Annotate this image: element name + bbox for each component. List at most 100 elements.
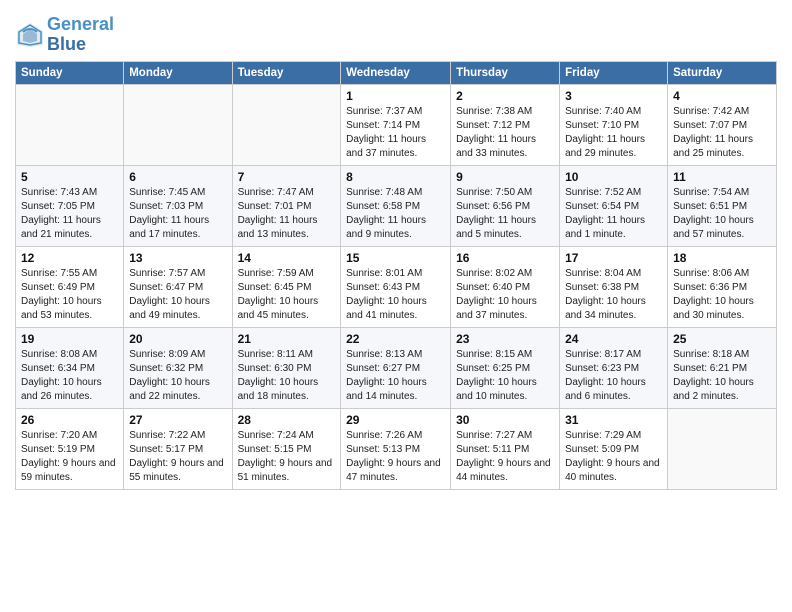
day-number: 3 (565, 89, 662, 103)
day-number: 11 (673, 170, 771, 184)
day-info: Sunrise: 8:11 AM Sunset: 6:30 PM Dayligh… (238, 348, 336, 404)
day-number: 14 (238, 251, 336, 265)
calendar-week-4: 19Sunrise: 8:08 AM Sunset: 6:34 PM Dayli… (16, 327, 777, 408)
calendar-cell: 22Sunrise: 8:13 AM Sunset: 6:27 PM Dayli… (341, 327, 451, 408)
day-number: 19 (21, 332, 118, 346)
day-number: 31 (565, 413, 662, 427)
header: General Blue (15, 10, 777, 55)
calendar-table: SundayMondayTuesdayWednesdayThursdayFrid… (15, 61, 777, 490)
day-info: Sunrise: 7:26 AM Sunset: 5:13 PM Dayligh… (346, 429, 445, 485)
day-number: 4 (673, 89, 771, 103)
calendar-cell (124, 84, 232, 165)
day-number: 12 (21, 251, 118, 265)
day-number: 24 (565, 332, 662, 346)
weekday-header-row: SundayMondayTuesdayWednesdayThursdayFrid… (16, 61, 777, 84)
day-info: Sunrise: 8:04 AM Sunset: 6:38 PM Dayligh… (565, 267, 662, 323)
day-info: Sunrise: 7:27 AM Sunset: 5:11 PM Dayligh… (456, 429, 554, 485)
calendar-cell: 3 Sunrise: 7:40 AM Sunset: 7:10 PM Daylig… (560, 84, 668, 165)
day-info: Sunrise: 7:40 AM Sunset: 7:10 PM Dayligh… (565, 105, 662, 161)
day-info: Sunrise: 8:02 AM Sunset: 6:40 PM Dayligh… (456, 267, 554, 323)
calendar-cell: 8 Sunrise: 7:48 AM Sunset: 6:58 PM Daylig… (341, 165, 451, 246)
day-info: Sunrise: 7:22 AM Sunset: 5:17 PM Dayligh… (129, 429, 226, 485)
calendar-cell: 6 Sunrise: 7:45 AM Sunset: 7:03 PM Daylig… (124, 165, 232, 246)
day-number: 5 (21, 170, 118, 184)
logo-text: General Blue (47, 15, 114, 55)
day-number: 7 (238, 170, 336, 184)
day-info: Sunrise: 8:01 AM Sunset: 6:43 PM Dayligh… (346, 267, 445, 323)
day-info: Sunrise: 8:06 AM Sunset: 6:36 PM Dayligh… (673, 267, 771, 323)
calendar-week-5: 26Sunrise: 7:20 AM Sunset: 5:19 PM Dayli… (16, 408, 777, 489)
calendar-cell: 9 Sunrise: 7:50 AM Sunset: 6:56 PM Daylig… (451, 165, 560, 246)
day-info: Sunrise: 8:17 AM Sunset: 6:23 PM Dayligh… (565, 348, 662, 404)
calendar-week-2: 5Sunrise: 7:43 AM Sunset: 7:05 PM Daylig… (16, 165, 777, 246)
day-info: Sunrise: 7:42 AM Sunset: 7:07 PM Dayligh… (673, 105, 771, 161)
calendar-cell: 11 Sunrise: 7:54 AM Sunset: 6:51 PM Dayli… (668, 165, 777, 246)
calendar-cell: 20Sunrise: 8:09 AM Sunset: 6:32 PM Dayli… (124, 327, 232, 408)
calendar-cell: 7 Sunrise: 7:47 AM Sunset: 7:01 PM Daylig… (232, 165, 341, 246)
calendar-cell: 12 Sunrise: 7:55 AM Sunset: 6:49 PM Dayli… (16, 246, 124, 327)
day-number: 30 (456, 413, 554, 427)
calendar-cell: 30 Sunrise: 7:27 AM Sunset: 5:11 PM Dayli… (451, 408, 560, 489)
day-number: 16 (456, 251, 554, 265)
weekday-header-saturday: Saturday (668, 61, 777, 84)
day-info: Sunrise: 7:37 AM Sunset: 7:14 PM Dayligh… (346, 105, 445, 161)
calendar-cell: 24 Sunrise: 8:17 AM Sunset: 6:23 PM Dayli… (560, 327, 668, 408)
calendar-cell: 27 Sunrise: 7:22 AM Sunset: 5:17 PM Dayli… (124, 408, 232, 489)
day-number: 21 (238, 332, 336, 346)
page-container: General Blue SundayMondayTuesdayWednesda… (0, 0, 792, 500)
day-number: 1 (346, 89, 445, 103)
calendar-cell: 10 Sunrise: 7:52 AM Sunset: 6:54 PM Dayli… (560, 165, 668, 246)
day-info: Sunrise: 8:13 AM Sunset: 6:27 PM Dayligh… (346, 348, 445, 404)
day-number: 10 (565, 170, 662, 184)
weekday-header-tuesday: Tuesday (232, 61, 341, 84)
day-number: 2 (456, 89, 554, 103)
logo-icon (15, 21, 45, 49)
day-info: Sunrise: 7:57 AM Sunset: 6:47 PM Dayligh… (129, 267, 226, 323)
day-number: 6 (129, 170, 226, 184)
day-info: Sunrise: 7:38 AM Sunset: 7:12 PM Dayligh… (456, 105, 554, 161)
calendar-cell: 17 Sunrise: 8:04 AM Sunset: 6:38 PM Dayli… (560, 246, 668, 327)
calendar-cell: 15Sunrise: 8:01 AM Sunset: 6:43 PM Dayli… (341, 246, 451, 327)
day-number: 29 (346, 413, 445, 427)
logo: General Blue (15, 15, 114, 55)
calendar-cell (668, 408, 777, 489)
day-number: 18 (673, 251, 771, 265)
day-number: 27 (129, 413, 226, 427)
day-number: 28 (238, 413, 336, 427)
calendar-cell: 14 Sunrise: 7:59 AM Sunset: 6:45 PM Dayli… (232, 246, 341, 327)
day-number: 26 (21, 413, 118, 427)
day-number: 9 (456, 170, 554, 184)
day-info: Sunrise: 8:18 AM Sunset: 6:21 PM Dayligh… (673, 348, 771, 404)
weekday-header-sunday: Sunday (16, 61, 124, 84)
day-info: Sunrise: 8:09 AM Sunset: 6:32 PM Dayligh… (129, 348, 226, 404)
calendar-cell: 13 Sunrise: 7:57 AM Sunset: 6:47 PM Dayli… (124, 246, 232, 327)
day-info: Sunrise: 7:45 AM Sunset: 7:03 PM Dayligh… (129, 186, 226, 242)
day-info: Sunrise: 7:52 AM Sunset: 6:54 PM Dayligh… (565, 186, 662, 242)
day-info: Sunrise: 7:54 AM Sunset: 6:51 PM Dayligh… (673, 186, 771, 242)
day-number: 25 (673, 332, 771, 346)
calendar-cell (16, 84, 124, 165)
calendar-cell: 4 Sunrise: 7:42 AM Sunset: 7:07 PM Daylig… (668, 84, 777, 165)
calendar-cell: 25 Sunrise: 8:18 AM Sunset: 6:21 PM Dayli… (668, 327, 777, 408)
day-number: 13 (129, 251, 226, 265)
weekday-header-wednesday: Wednesday (341, 61, 451, 84)
weekday-header-thursday: Thursday (451, 61, 560, 84)
day-info: Sunrise: 7:47 AM Sunset: 7:01 PM Dayligh… (238, 186, 336, 242)
day-number: 8 (346, 170, 445, 184)
calendar-cell: 1 Sunrise: 7:37 AM Sunset: 7:14 PM Daylig… (341, 84, 451, 165)
weekday-header-monday: Monday (124, 61, 232, 84)
calendar-cell (232, 84, 341, 165)
day-info: Sunrise: 7:50 AM Sunset: 6:56 PM Dayligh… (456, 186, 554, 242)
day-info: Sunrise: 7:29 AM Sunset: 5:09 PM Dayligh… (565, 429, 662, 485)
calendar-cell: 31 Sunrise: 7:29 AM Sunset: 5:09 PM Dayli… (560, 408, 668, 489)
day-info: Sunrise: 7:48 AM Sunset: 6:58 PM Dayligh… (346, 186, 445, 242)
calendar-cell: 29 Sunrise: 7:26 AM Sunset: 5:13 PM Dayli… (341, 408, 451, 489)
weekday-header-friday: Friday (560, 61, 668, 84)
day-number: 17 (565, 251, 662, 265)
day-info: Sunrise: 7:55 AM Sunset: 6:49 PM Dayligh… (21, 267, 118, 323)
calendar-cell: 21 Sunrise: 8:11 AM Sunset: 6:30 PM Dayli… (232, 327, 341, 408)
calendar-week-1: 1 Sunrise: 7:37 AM Sunset: 7:14 PM Daylig… (16, 84, 777, 165)
day-number: 23 (456, 332, 554, 346)
calendar-cell: 2 Sunrise: 7:38 AM Sunset: 7:12 PM Daylig… (451, 84, 560, 165)
day-info: Sunrise: 7:59 AM Sunset: 6:45 PM Dayligh… (238, 267, 336, 323)
